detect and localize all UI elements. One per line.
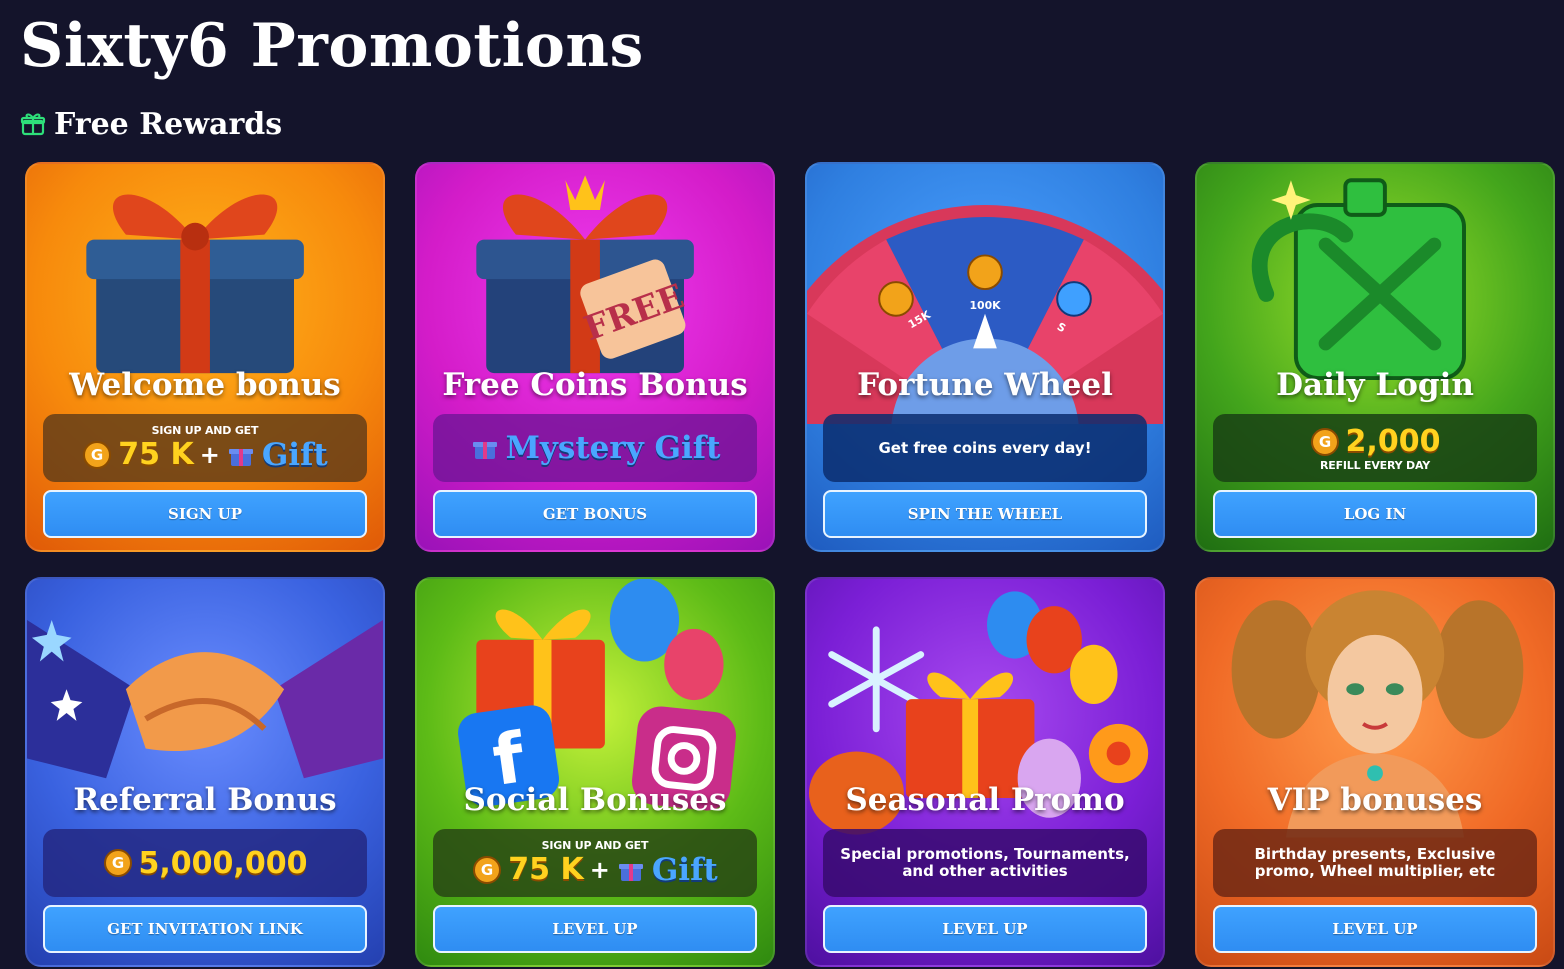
reward-text: Get free coins every day! xyxy=(878,438,1092,457)
card-title: VIP bonuses xyxy=(1267,782,1483,818)
promo-card-vip: VIP bonuses Birthday presents, Exclusive… xyxy=(1195,577,1555,967)
mystery-gift-icon xyxy=(228,448,253,466)
plus-sign: + xyxy=(589,855,610,884)
gift-icon xyxy=(20,113,46,136)
reward-box: Birthday presents, Exclusive promo, Whee… xyxy=(1213,829,1537,897)
svg-text:G: G xyxy=(481,861,493,879)
card-title: Free Coins Bonus xyxy=(442,367,748,403)
promo-card-welcome: Welcome bonus SIGN UP AND GET G 75 K + G… xyxy=(25,162,385,552)
promo-card-referral: Referral Bonus G 5,000,000 GET INVITATIO… xyxy=(25,577,385,967)
promo-card-social: f Social Bonuses SIGN UP AND GET G 75 K … xyxy=(415,577,775,967)
svg-text:G: G xyxy=(91,446,103,464)
card-title: Fortune Wheel xyxy=(857,367,1113,403)
mystery-gift-icon xyxy=(618,863,643,881)
card-title: Daily Login xyxy=(1276,367,1474,403)
gift-label: Gift xyxy=(651,851,718,888)
spin-the-wheel-button[interactable]: SPIN THE WHEEL xyxy=(823,490,1147,538)
gold-coin-icon: G xyxy=(103,849,132,877)
reward-box: SIGN UP AND GET G 75 K + Gift xyxy=(433,829,757,897)
reward-box: Mystery Gift xyxy=(433,414,757,482)
reward-text: Birthday presents, Exclusive promo, Whee… xyxy=(1254,845,1496,880)
gift-label: Gift xyxy=(261,436,328,473)
promo-card-seasonal: Seasonal Promo Special promotions, Tourn… xyxy=(805,577,1165,967)
plus-sign: + xyxy=(199,440,220,469)
level-up-button[interactable]: LEVEL UP xyxy=(433,905,757,953)
wheel-label: 100K xyxy=(969,299,1001,312)
get-invitation-link-button[interactable]: GET INVITATION LINK xyxy=(43,905,367,953)
card-title: Seasonal Promo xyxy=(845,782,1125,818)
gold-coin-icon: G xyxy=(473,855,502,884)
svg-text:G: G xyxy=(111,854,123,872)
section-header: Free Rewards xyxy=(20,104,282,144)
level-up-button[interactable]: LEVEL UP xyxy=(1213,905,1537,953)
mystery-gift-label: Mystery Gift xyxy=(505,430,721,466)
page-title: Sixty6 Promotions xyxy=(20,11,644,81)
log-in-button[interactable]: LOG IN xyxy=(1213,490,1537,538)
reward-caption: SIGN UP AND GET xyxy=(541,838,649,852)
reward-amount: 75 K xyxy=(508,852,584,887)
card-title: Welcome bonus xyxy=(69,367,341,403)
promo-grid: Welcome bonus SIGN UP AND GET G 75 K + G… xyxy=(25,162,1555,967)
level-up-button[interactable]: LEVEL UP xyxy=(823,905,1147,953)
card-title: Social Bonuses xyxy=(463,782,727,818)
reward-box: G 5,000,000 xyxy=(43,829,367,897)
section-title: Free Rewards xyxy=(54,106,283,142)
promo-card-fortune-wheel: 15K 100K S Fortune Wheel Get free coins … xyxy=(805,162,1165,552)
promo-card-free-coins: FREE Free Coins Bonus Mystery Gift GET B… xyxy=(415,162,775,552)
promo-card-daily-login: Daily Login G 2,000 REFILL EVERY DAY LOG… xyxy=(1195,162,1555,552)
svg-text:G: G xyxy=(1318,433,1330,451)
mystery-gift-icon xyxy=(472,442,497,459)
gold-coin-icon: G xyxy=(83,440,112,469)
reward-caption: SIGN UP AND GET xyxy=(151,423,259,437)
reward-box: G 2,000 REFILL EVERY DAY xyxy=(1213,414,1537,482)
reward-box: Get free coins every day! xyxy=(823,414,1147,482)
reward-amount: 5,000,000 xyxy=(138,845,308,881)
reward-amount: 75 K xyxy=(118,437,194,472)
card-title: Referral Bonus xyxy=(73,782,337,818)
reward-box: Special promotions, Tournaments, and oth… xyxy=(823,829,1147,897)
get-bonus-button[interactable]: GET BONUS xyxy=(433,490,757,538)
sign-up-button[interactable]: SIGN UP xyxy=(43,490,367,538)
reward-text: Special promotions, Tournaments, and oth… xyxy=(840,845,1130,880)
reward-caption: REFILL EVERY DAY xyxy=(1319,459,1430,472)
reward-amount: 2,000 xyxy=(1345,424,1441,459)
reward-box: SIGN UP AND GET G 75 K + Gift xyxy=(43,414,367,482)
gold-coin-icon: G xyxy=(1310,427,1339,456)
